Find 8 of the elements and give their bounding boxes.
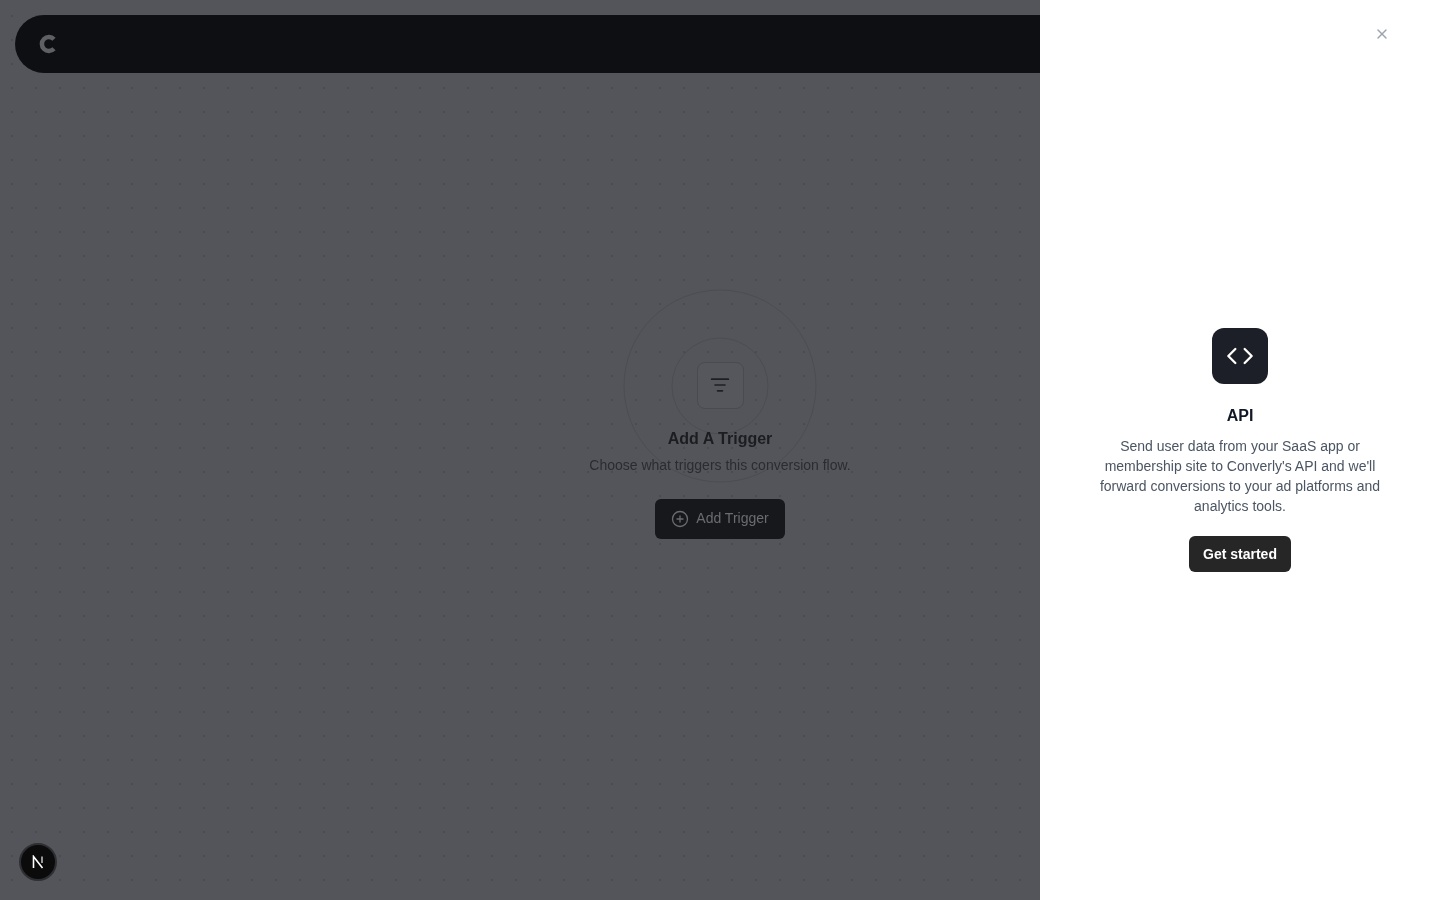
panel-description: Send user data from your SaaS app or membership site to Converly's API and we'll forward conversions to your ad platforms and analytics tools. [1098,437,1382,516]
panel-title: API [1226,406,1254,426]
n-logo-icon [31,855,45,869]
plus-circle-icon [671,509,690,528]
filter-icon [696,361,744,409]
get-started-button[interactable]: Get started [1189,536,1291,572]
code-icon [1212,328,1268,384]
empty-state-title: Add A Trigger [667,428,773,449]
